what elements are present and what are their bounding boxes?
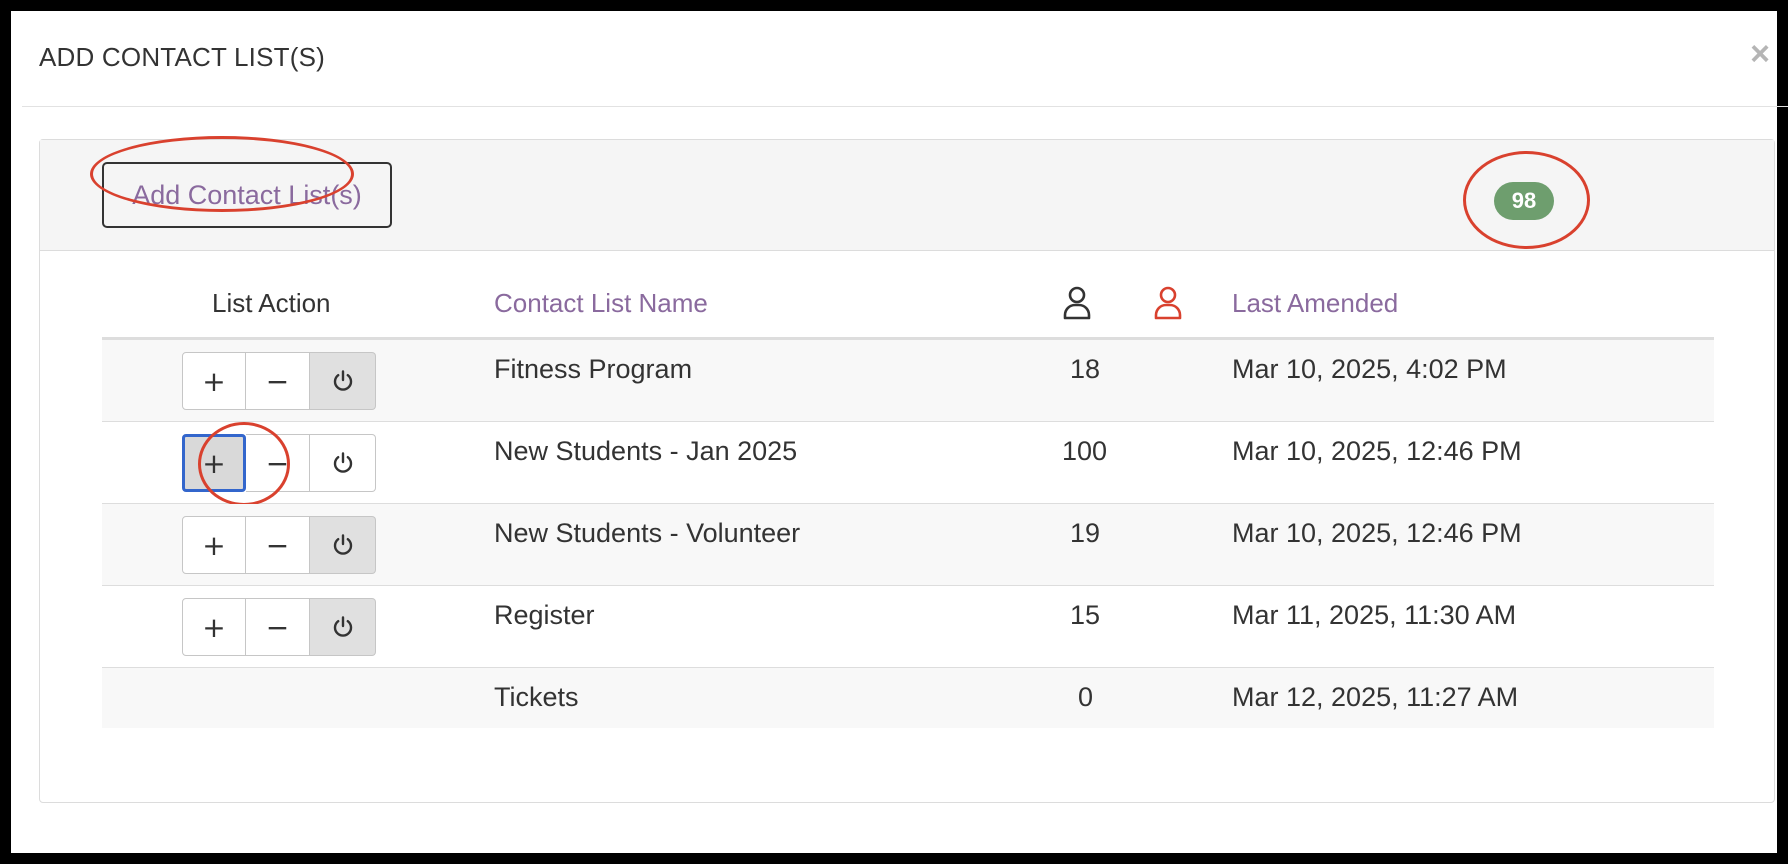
list-name: Register <box>494 600 595 630</box>
modal-title: ADD CONTACT LIST(S) <box>39 42 325 72</box>
table-header: List Action Contact List Name Last Amend… <box>102 274 1714 340</box>
exclude-list-button[interactable]: − <box>246 598 310 656</box>
table-row: Tickets 0 Mar 12, 2025, 11:27 AM <box>102 668 1714 728</box>
power-icon <box>333 616 352 637</box>
power-off-button[interactable] <box>310 598 376 656</box>
list-name: New Students - Volunteer <box>494 518 801 548</box>
power-icon <box>333 534 352 555</box>
power-icon <box>333 452 352 473</box>
table-row: + − New Students - Volunteer 19 Mar 10, … <box>102 504 1714 586</box>
contact-list-panel: Add Contact List(s) 98 List Action Conta… <box>39 136 1775 803</box>
last-amended: Mar 10, 2025, 12:46 PM <box>1232 436 1522 466</box>
contact-count: 19 <box>1070 518 1101 548</box>
power-icon <box>333 370 352 391</box>
table-row: + − Register 15 Mar 11, 2025, 11:30 AM <box>102 586 1714 668</box>
person-red-icon <box>1154 286 1182 320</box>
panel-heading: Add Contact List(s) 98 <box>40 136 1774 251</box>
modal-header: ADD CONTACT LIST(S) × <box>22 22 1788 107</box>
include-list-button[interactable]: + <box>182 516 246 574</box>
exclude-list-button[interactable]: − <box>246 434 310 492</box>
selected-count-badge: 98 <box>1494 182 1554 220</box>
list-name: Tickets <box>494 682 579 712</box>
last-amended: Mar 10, 2025, 12:46 PM <box>1232 518 1522 548</box>
last-amended: Mar 12, 2025, 11:27 AM <box>1232 682 1519 712</box>
last-amended: Mar 10, 2025, 4:02 PM <box>1232 354 1507 384</box>
modal-window: ADD CONTACT LIST(S) × Add Contact List(s… <box>0 0 1788 864</box>
table-row: + − Fitness Program 18 Mar 10, 2025, 4:0… <box>102 340 1714 422</box>
close-button[interactable]: × <box>1740 34 1780 74</box>
include-list-button[interactable]: + <box>182 598 246 656</box>
contact-count: 15 <box>1070 600 1101 630</box>
power-off-button[interactable] <box>310 434 376 492</box>
contact-count: 18 <box>1070 354 1101 384</box>
list-action-group: + − <box>182 598 376 656</box>
include-list-button[interactable]: + <box>182 352 246 410</box>
power-off-button[interactable] <box>310 352 376 410</box>
include-list-button[interactable]: + <box>182 434 246 492</box>
list-action-group: + − <box>182 434 376 492</box>
list-name: New Students - Jan 2025 <box>494 436 798 466</box>
list-action-group: + − <box>182 516 376 574</box>
exclude-list-button[interactable]: − <box>246 516 310 574</box>
person-icon <box>1063 286 1091 320</box>
list-action-group: + − <box>182 352 376 410</box>
exclude-list-button[interactable]: − <box>246 352 310 410</box>
header-last-amended[interactable]: Last Amended <box>1232 288 1398 319</box>
header-contact-list-name[interactable]: Contact List Name <box>494 288 708 319</box>
table-row: + − New Students - Jan 2025 100 Mar 10, … <box>102 422 1714 506</box>
contact-count: 100 <box>1062 436 1108 466</box>
power-off-button[interactable] <box>310 516 376 574</box>
contact-list-table: List Action Contact List Name Last Amend… <box>102 274 1714 728</box>
contact-count: 0 <box>1078 682 1094 712</box>
add-contact-lists-button[interactable]: Add Contact List(s) <box>102 162 392 228</box>
last-amended: Mar 11, 2025, 11:30 AM <box>1232 600 1517 630</box>
list-name: Fitness Program <box>494 354 693 384</box>
header-list-action: List Action <box>212 288 331 318</box>
